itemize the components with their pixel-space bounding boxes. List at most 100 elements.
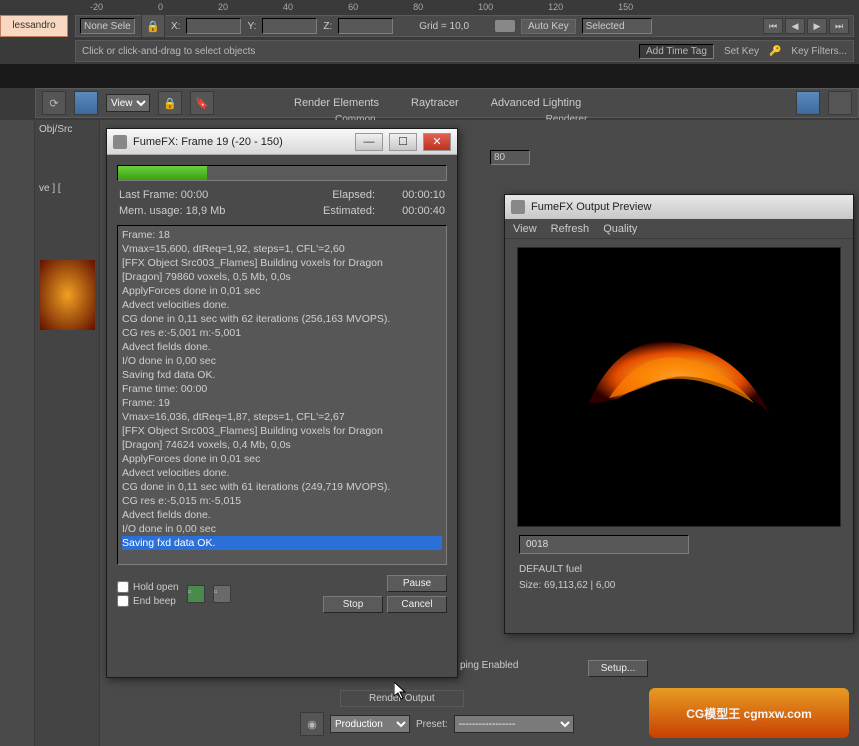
menu-quality[interactable]: Quality bbox=[603, 223, 637, 235]
user-tab[interactable]: lessandro bbox=[0, 15, 68, 37]
app-icon bbox=[511, 200, 525, 214]
log-line: Advect velocities done. bbox=[122, 298, 442, 312]
stop-button[interactable]: Stop bbox=[323, 596, 383, 613]
transport-controls: ⏮ ◀ ▶ ⏭ bbox=[763, 18, 849, 34]
flame-render bbox=[569, 303, 789, 443]
status-bar: Click or click-and-drag to select object… bbox=[75, 40, 854, 62]
est-label: Estimated: bbox=[323, 205, 375, 217]
close-button[interactable]: ✕ bbox=[423, 133, 451, 151]
size-label: Size: 69,113,62 | 6,00 bbox=[519, 578, 839, 594]
render-mode-icon[interactable]: ◉ bbox=[300, 712, 324, 736]
view-dropdown[interactable]: View bbox=[106, 94, 150, 112]
log-line: [FFX Object Src003_Flames] Building voxe… bbox=[122, 424, 442, 438]
log-line: Vmax=15,600, dtReq=1,92, steps=1, CFL'=2… bbox=[122, 242, 442, 256]
pause-button[interactable]: Pause bbox=[387, 575, 447, 592]
elapsed-label: Elapsed: bbox=[332, 189, 375, 201]
production-dropdown[interactable]: Production bbox=[330, 715, 410, 733]
log-line: CG done in 0,11 sec with 61 iterations (… bbox=[122, 480, 442, 494]
log-line: Frame time: 00:00 bbox=[122, 382, 442, 396]
log-line: CG res e:-5,015 m:-5,015 bbox=[122, 494, 442, 508]
log-line: CG res e:-5,001 m:-5,001 bbox=[122, 326, 442, 340]
minimize-button[interactable]: — bbox=[355, 133, 383, 151]
dialog-titlebar[interactable]: FumeFX: Frame 19 (-20 - 150) — ☐ ✕ bbox=[107, 129, 457, 155]
layers-icon[interactable] bbox=[828, 91, 852, 115]
top-toolbar: 🔒 X: Y: Z: Grid = 10,0 Auto Key ⏮ ◀ ▶ ⏭ bbox=[75, 15, 854, 37]
log-line: Frame: 19 bbox=[122, 396, 442, 410]
cancel-button[interactable]: Cancel bbox=[387, 596, 447, 613]
value-spinner[interactable] bbox=[490, 150, 530, 165]
end-beep-checkbox[interactable]: End beep bbox=[117, 595, 179, 607]
next-frame-button[interactable]: ⏭ bbox=[829, 18, 849, 34]
goto-start-button[interactable]: ⏮ bbox=[763, 18, 783, 34]
maximize-button[interactable]: ☐ bbox=[389, 133, 417, 151]
last-frame-label: Last Frame: bbox=[119, 189, 178, 201]
log-line: [Dragon] 79860 voxels, 0,5 Mb, 0,0s bbox=[122, 270, 442, 284]
timetag-button[interactable]: Add Time Tag bbox=[639, 44, 714, 59]
left-strip bbox=[0, 120, 35, 746]
fuel-label: DEFAULT fuel bbox=[519, 562, 839, 578]
preview-canvas bbox=[517, 247, 841, 527]
log-line: CG done in 0,11 sec with 62 iterations (… bbox=[122, 312, 442, 326]
log-line-selected: Saving fxd data OK. bbox=[122, 536, 442, 550]
timeline-ruler: -20020406080100120150 bbox=[80, 0, 859, 14]
key-icon-small: 🔑 bbox=[769, 46, 781, 57]
window-icon[interactable] bbox=[796, 91, 820, 115]
z-input[interactable] bbox=[338, 18, 393, 34]
lock-view-icon[interactable]: 🔒 bbox=[158, 91, 182, 115]
left-panel: Obj/Src ve ] [ bbox=[35, 120, 100, 746]
watermark-logo: CG模型王 cgmxw.com bbox=[649, 688, 849, 738]
log-line: Advect fields done. bbox=[122, 508, 442, 522]
mouse-cursor bbox=[394, 682, 408, 700]
preview-titlebar[interactable]: FumeFX Output Preview bbox=[505, 195, 853, 219]
dialog-title: FumeFX: Frame 19 (-20 - 150) bbox=[133, 136, 349, 148]
image-icon[interactable]: ▫ bbox=[187, 585, 205, 603]
z-label: Z: bbox=[323, 21, 332, 32]
selected-field[interactable] bbox=[582, 18, 652, 34]
est-value: 00:00:40 bbox=[375, 205, 445, 217]
elapsed-value: 00:00:10 bbox=[375, 189, 445, 201]
app-icon bbox=[113, 135, 127, 149]
ping-enabled-label: ping Enabled bbox=[460, 660, 518, 671]
spinner-input[interactable] bbox=[490, 150, 530, 165]
script-icon[interactable]: ▫ bbox=[213, 585, 231, 603]
selection-field[interactable] bbox=[80, 18, 135, 34]
log-line: Advect fields done. bbox=[122, 340, 442, 354]
keyfilters-button[interactable]: Key Filters... bbox=[791, 46, 847, 57]
x-input[interactable] bbox=[186, 18, 241, 34]
menu-refresh[interactable]: Refresh bbox=[551, 223, 590, 235]
tab-adv-lighting[interactable]: Advanced Lighting bbox=[479, 97, 594, 109]
y-input[interactable] bbox=[262, 18, 317, 34]
preset-dropdown[interactable]: ----------------- bbox=[454, 715, 574, 733]
menu-view[interactable]: View bbox=[513, 223, 537, 235]
grid-label: Grid = 10,0 bbox=[419, 21, 469, 32]
tab-render-elements[interactable]: Render Elements bbox=[282, 97, 391, 109]
status-message: Click or click-and-drag to select object… bbox=[82, 46, 629, 57]
log-line: [Dragon] 74624 voxels, 0,4 Mb, 0,0s bbox=[122, 438, 442, 452]
play-button[interactable]: ▶ bbox=[807, 18, 827, 34]
thumbnail-preview bbox=[40, 260, 95, 330]
hold-open-checkbox[interactable]: Hold open bbox=[117, 581, 179, 593]
refresh-icon[interactable]: ⟳ bbox=[42, 91, 66, 115]
simulation-log[interactable]: Frame: 18Vmax=15,600, dtReq=1,92, steps=… bbox=[117, 225, 447, 565]
divider bbox=[0, 64, 859, 88]
tab-raytracer[interactable]: Raytracer bbox=[399, 97, 471, 109]
tab-ve[interactable]: ve ] [ bbox=[35, 179, 99, 194]
log-line: I/O done in 0,00 sec bbox=[122, 354, 442, 368]
y-label: Y: bbox=[247, 21, 256, 32]
log-line: ApplyForces done in 0,01 sec bbox=[122, 284, 442, 298]
autokey-button[interactable]: Auto Key bbox=[521, 19, 576, 34]
log-line: ApplyForces done in 0,01 sec bbox=[122, 452, 442, 466]
log-line: [FFX Object Src003_Flames] Building voxe… bbox=[122, 256, 442, 270]
log-line: Saving fxd data OK. bbox=[122, 368, 442, 382]
progress-bar bbox=[117, 165, 447, 181]
setup-button[interactable]: Setup... bbox=[588, 660, 648, 677]
lock-icon[interactable]: 🔒 bbox=[141, 14, 165, 38]
preset-label: Preset: bbox=[416, 719, 448, 730]
setkey-button[interactable]: Set Key bbox=[724, 46, 759, 57]
fumefx-output-preview: FumeFX Output Preview View Refresh Quali… bbox=[504, 194, 854, 634]
bookmark-icon[interactable]: 🔖 bbox=[190, 91, 214, 115]
teapot-icon[interactable] bbox=[74, 91, 98, 115]
prev-frame-button[interactable]: ◀ bbox=[785, 18, 805, 34]
key-icon bbox=[495, 20, 515, 32]
frame-number-field[interactable]: 0018 bbox=[519, 535, 689, 554]
